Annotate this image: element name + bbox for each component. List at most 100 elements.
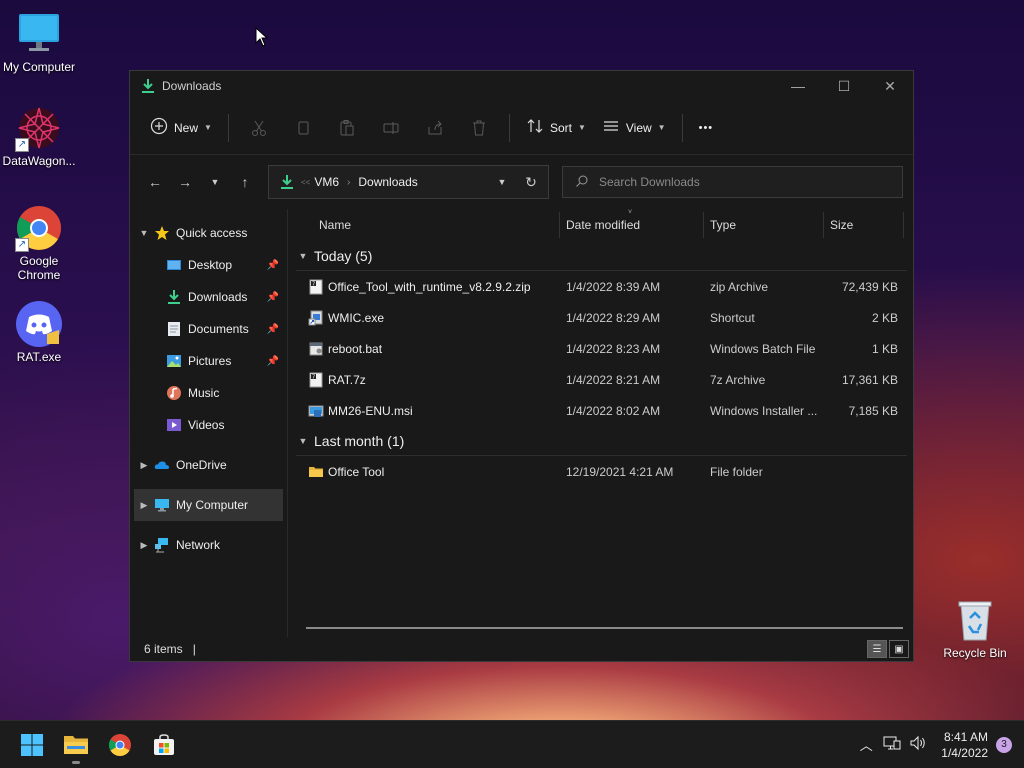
nav-item-desktop[interactable]: Desktop 📌 bbox=[130, 249, 287, 281]
pictures-icon bbox=[166, 353, 182, 369]
minimize-button[interactable]: — bbox=[775, 71, 821, 101]
share-icon[interactable] bbox=[419, 112, 451, 144]
pin-icon[interactable]: 📌 bbox=[267, 324, 279, 335]
nav-item-videos[interactable]: Videos bbox=[130, 409, 287, 441]
command-bar: New ▼ Sort ▼ View ▼ ••• bbox=[130, 101, 913, 155]
folder-icon bbox=[308, 464, 324, 480]
monitor-icon bbox=[154, 497, 170, 513]
horizontal-scrollbar[interactable] bbox=[306, 627, 903, 629]
details-view-icon[interactable]: ☰ bbox=[867, 640, 887, 658]
more-options-button[interactable]: ••• bbox=[691, 112, 722, 144]
network-icon[interactable] bbox=[879, 735, 905, 754]
rename-icon[interactable] bbox=[375, 112, 407, 144]
tiles-view-icon[interactable]: ▣ bbox=[889, 640, 909, 658]
nav-item-documents[interactable]: Documents 📌 bbox=[130, 313, 287, 345]
file-size: 17,361 KB bbox=[841, 372, 898, 387]
divider bbox=[508, 113, 510, 142]
group-header-last-month[interactable]: ▼ Last month (1) bbox=[296, 426, 907, 456]
taskbar-file-explorer[interactable] bbox=[56, 725, 96, 765]
cut-icon[interactable] bbox=[243, 112, 275, 144]
file-name: WMIC.exe bbox=[328, 310, 385, 325]
taskbar-microsoft-store[interactable] bbox=[144, 725, 184, 765]
back-arrow-icon[interactable]: ← bbox=[140, 167, 170, 197]
maximize-button[interactable]: ☐ bbox=[821, 71, 867, 101]
nav-item-pictures[interactable]: Pictures 📌 bbox=[130, 345, 287, 377]
breadcrumb-vm6[interactable]: VM6 bbox=[314, 175, 339, 189]
paste-icon[interactable] bbox=[331, 112, 363, 144]
column-header-name[interactable]: Name bbox=[296, 212, 560, 238]
forward-arrow-icon[interactable]: → bbox=[170, 167, 200, 197]
pin-icon[interactable]: 📌 bbox=[267, 292, 279, 303]
group-header-today[interactable]: ▼ Today (5) bbox=[296, 241, 907, 271]
copy-icon[interactable] bbox=[287, 112, 319, 144]
file-row[interactable]: Office Tool 12/19/2021 4:21 AM File fold… bbox=[296, 456, 913, 487]
nav-item-downloads[interactable]: Downloads 📌 bbox=[130, 281, 287, 313]
batch-file-icon bbox=[308, 341, 324, 357]
refresh-icon[interactable]: ↻ bbox=[514, 174, 548, 191]
chevron-right-icon[interactable]: ▶ bbox=[134, 460, 154, 471]
documents-icon bbox=[166, 321, 182, 337]
shortcut-arrow-icon: ↗ bbox=[15, 138, 29, 152]
file-row[interactable]: WMIC.exe 1/4/2022 8:29 AM Shortcut 2 KB bbox=[296, 302, 913, 333]
notification-badge[interactable]: 3 bbox=[996, 736, 1012, 753]
breadcrumb-separator-icon[interactable]: › bbox=[347, 177, 350, 188]
show-hidden-icons-chevron-icon[interactable]: ︿ bbox=[853, 735, 879, 754]
up-arrow-icon[interactable]: ↑ bbox=[230, 167, 260, 197]
status-bar: 6 items | ☰ ▣ bbox=[130, 637, 913, 661]
chevron-down-icon[interactable]: ▼ bbox=[296, 251, 310, 261]
7z-archive-icon: 7 bbox=[308, 372, 324, 388]
desktop-icon-datawagon[interactable]: ↗ DataWagon... bbox=[0, 104, 78, 168]
breadcrumb-downloads[interactable]: Downloads bbox=[358, 175, 417, 189]
pin-icon[interactable]: 📌 bbox=[267, 356, 279, 367]
item-count: 6 items bbox=[144, 642, 183, 656]
address-bar[interactable]: << VM6 › Downloads ▼ ↻ bbox=[268, 165, 549, 199]
chevron-down-icon[interactable]: ▼ bbox=[134, 228, 154, 238]
chevron-right-icon[interactable]: ▶ bbox=[134, 500, 154, 511]
recent-locations-chevron-icon[interactable]: ▼ bbox=[200, 167, 230, 197]
file-row[interactable]: 7 Office_Tool_with_runtime_v8.2.9.2.zip … bbox=[296, 271, 913, 302]
chevron-down-icon[interactable]: ▼ bbox=[296, 436, 310, 446]
chevron-down-icon: ▼ bbox=[577, 123, 586, 132]
new-button[interactable]: New ▼ bbox=[142, 112, 220, 144]
nav-item-music[interactable]: Music bbox=[130, 377, 287, 409]
view-button[interactable]: View ▼ bbox=[594, 112, 674, 144]
column-header-size[interactable]: Size bbox=[824, 212, 904, 238]
nav-quick-access[interactable]: ▼ Quick access bbox=[130, 217, 287, 249]
nav-onedrive[interactable]: ▶ OneDrive bbox=[130, 449, 287, 481]
file-name: RAT.7z bbox=[328, 372, 366, 387]
nav-label: Music bbox=[188, 386, 220, 400]
file-size: 1 KB bbox=[871, 341, 898, 356]
shortcut-arrow-icon: ↗ bbox=[15, 238, 29, 252]
nav-network[interactable]: ▶ Network bbox=[130, 529, 287, 561]
start-button[interactable] bbox=[12, 725, 52, 765]
delete-icon[interactable] bbox=[463, 112, 495, 144]
close-button[interactable]: ✕ bbox=[867, 71, 913, 101]
windows-logo-icon bbox=[21, 733, 43, 756]
desktop-icon-recycle-bin[interactable]: Recycle Bin bbox=[936, 596, 1014, 660]
nav-my-computer[interactable]: ▶ My Computer bbox=[134, 489, 283, 521]
file-row[interactable]: 7 RAT.7z 1/4/2022 8:21 AM 7z Archive 17,… bbox=[296, 364, 913, 395]
file-row[interactable]: MM26-ENU.msi 1/4/2022 8:02 AM Windows In… bbox=[296, 395, 913, 426]
address-overflow-icon[interactable]: << bbox=[301, 178, 310, 187]
desktop-icon-rat[interactable]: RAT.exe bbox=[0, 300, 78, 364]
title-bar[interactable]: Downloads — ☐ ✕ bbox=[130, 71, 913, 101]
taskbar: ︿ 8:41 AM 1/4/2022 3 bbox=[0, 720, 1024, 768]
taskbar-chrome[interactable] bbox=[100, 725, 140, 765]
address-dropdown-icon[interactable]: ▼ bbox=[490, 177, 514, 187]
pin-icon[interactable]: 📌 bbox=[267, 260, 279, 271]
clock[interactable]: 8:41 AM 1/4/2022 bbox=[941, 729, 988, 761]
navigation-pane: ▼ Quick access Desktop 📌 Downloads 📌 Doc… bbox=[130, 209, 288, 637]
desktop-icon-label: DataWagon... bbox=[2, 154, 76, 168]
volume-icon[interactable] bbox=[905, 735, 931, 754]
search-box[interactable]: Search Downloads bbox=[562, 166, 903, 198]
download-icon bbox=[140, 78, 156, 94]
desktop-icon-chrome[interactable]: ↗ Google Chrome bbox=[0, 204, 78, 282]
divider bbox=[681, 113, 683, 142]
divider bbox=[227, 113, 229, 142]
chevron-right-icon[interactable]: ▶ bbox=[134, 540, 154, 551]
shortcut-file-icon bbox=[308, 310, 324, 326]
sort-button[interactable]: Sort ▼ bbox=[518, 112, 594, 144]
file-row[interactable]: reboot.bat 1/4/2022 8:23 AM Windows Batc… bbox=[296, 333, 913, 364]
desktop-icon-my-computer[interactable]: My Computer bbox=[0, 10, 78, 74]
column-header-type[interactable]: Type bbox=[704, 212, 824, 238]
